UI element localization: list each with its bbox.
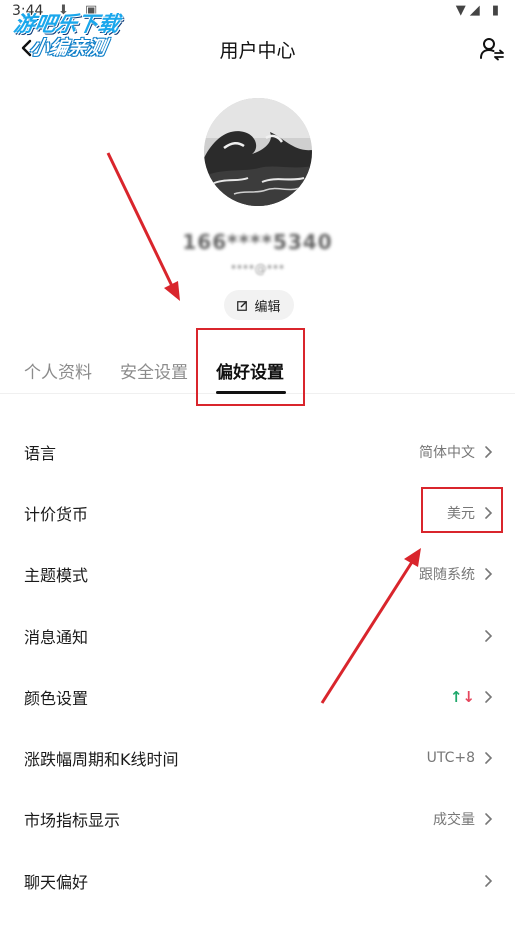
- chevron-right-icon: [485, 629, 493, 642]
- settings-row-chat[interactable]: 聊天偏好: [0, 850, 515, 911]
- row-label: 涨跌幅周期和K线时间: [24, 750, 179, 770]
- user-switch-icon: [480, 38, 504, 61]
- up-down-arrows-icon: ↑↓: [450, 688, 475, 706]
- row-label: 消息通知: [24, 627, 89, 647]
- row-value: 跟随系统: [419, 567, 475, 584]
- annotation-box-currency: [421, 487, 503, 533]
- row-value: 成交量: [433, 812, 475, 829]
- annotation-arrowhead-down: [164, 281, 180, 301]
- chevron-right-icon: [485, 445, 493, 458]
- row-value: UTC+8: [426, 750, 475, 767]
- row-value: 简体中文: [419, 444, 475, 461]
- avatar[interactable]: [204, 98, 312, 206]
- annotation-box-preferences-tab: [196, 328, 305, 406]
- edit-profile-button[interactable]: 编辑: [224, 290, 294, 320]
- tab-security-settings[interactable]: 安全设置: [120, 358, 188, 383]
- settings-row-kline-time[interactable]: 涨跌幅周期和K线时间 UTC+8: [0, 727, 515, 788]
- row-label: 计价货币: [24, 504, 89, 524]
- chevron-right-icon: [485, 813, 493, 826]
- down-arrow-icon: ↓: [462, 687, 475, 706]
- settings-row-color[interactable]: 颜色设置 ↑↓: [0, 666, 515, 727]
- row-label: 市场指标显示: [24, 811, 121, 831]
- tab-personal-info[interactable]: 个人资料: [24, 358, 92, 383]
- chevron-right-icon: [485, 874, 493, 887]
- row-label: 主题模式: [24, 566, 89, 586]
- edit-icon: [237, 300, 248, 311]
- chevron-right-icon: [485, 691, 493, 703]
- row-label: 聊天偏好: [24, 872, 89, 892]
- status-signal-battery-icons: ▼◢ ▮: [455, 3, 503, 18]
- settings-row-language[interactable]: 语言 简体中文: [0, 421, 515, 482]
- account-email: ****@***: [230, 262, 285, 276]
- row-label: 语言: [24, 443, 57, 463]
- settings-row-theme[interactable]: 主题模式 跟随系统: [0, 544, 515, 605]
- settings-row-notifications[interactable]: 消息通知: [0, 605, 515, 666]
- edit-label: 编辑: [254, 299, 281, 315]
- settings-row-market-indicators[interactable]: 市场指标显示 成交量: [0, 789, 515, 850]
- header: 用户中心: [0, 24, 515, 72]
- chevron-right-icon: [485, 568, 493, 581]
- chevron-right-icon: [485, 752, 493, 764]
- user-switch-button[interactable]: [477, 34, 507, 64]
- wave-avatar-image: [204, 98, 312, 206]
- page-title: 用户中心: [219, 40, 296, 62]
- row-label: 颜色设置: [24, 688, 89, 708]
- up-arrow-icon: ↑: [449, 687, 463, 706]
- account-id: 166****5340: [182, 230, 333, 254]
